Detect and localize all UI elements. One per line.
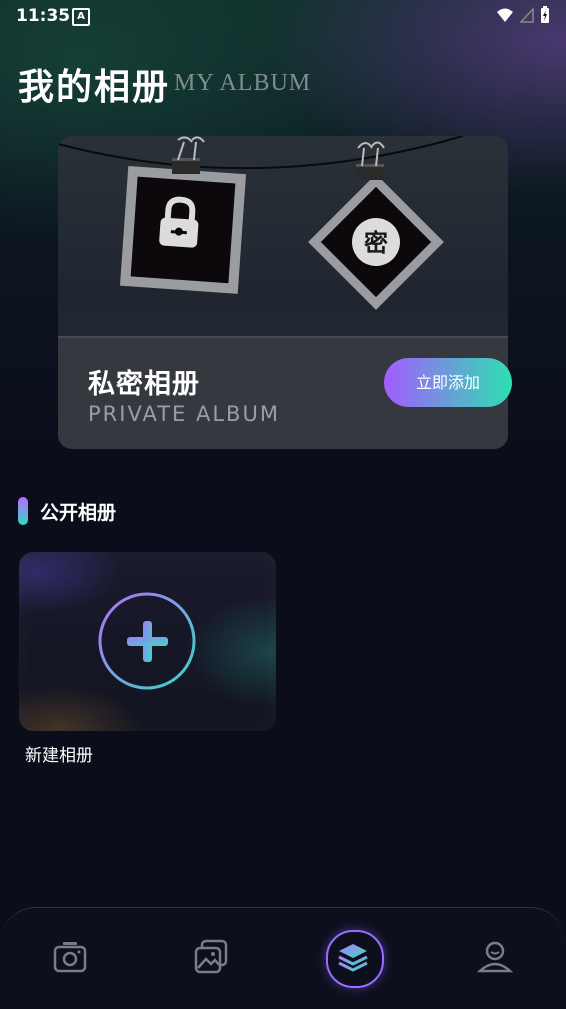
bottom-nav	[0, 907, 566, 1009]
private-album-illustration: 密	[58, 136, 464, 310]
notification-badge: A	[72, 8, 90, 26]
section-accent-bar	[18, 497, 28, 525]
lock-photo-frame	[119, 165, 247, 294]
status-time: 11:35	[16, 6, 71, 26]
secret-photo-frame: 密	[308, 174, 444, 310]
albums-icon[interactable]	[331, 935, 375, 979]
page-title: 我的相册	[18, 67, 171, 108]
add-circle-icon[interactable]	[19, 552, 276, 731]
profile-icon[interactable]	[473, 935, 517, 979]
status-bar: 11:35 A	[0, 0, 566, 30]
battery-icon	[541, 6, 549, 23]
binder-clip-left	[172, 136, 205, 174]
add-now-button[interactable]: 立即添加	[384, 358, 512, 407]
page-subtitle: MY ALBUM	[174, 70, 312, 96]
private-album-subtitle: PRIVATE ALBUM	[88, 402, 280, 426]
new-album-tile[interactable]	[19, 552, 276, 731]
status-icons	[496, 6, 550, 24]
new-album-label: 新建相册	[25, 746, 93, 766]
public-album-section-title: 公开相册	[40, 502, 117, 524]
camera-icon[interactable]	[48, 935, 92, 979]
secret-badge-char: 密	[364, 229, 388, 257]
binder-clip-right	[356, 141, 385, 180]
gallery-icon[interactable]	[189, 935, 233, 979]
signal-icon	[520, 7, 534, 23]
private-album-name: 私密相册	[88, 369, 200, 400]
wifi-icon	[497, 8, 513, 22]
